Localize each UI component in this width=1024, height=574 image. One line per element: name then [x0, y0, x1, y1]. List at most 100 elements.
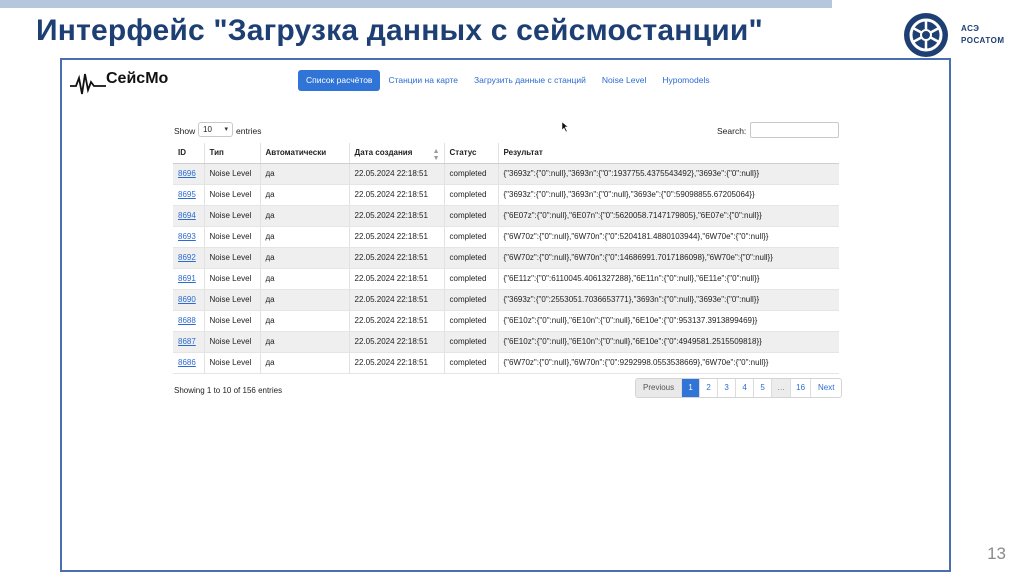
cell-created: 22.05.2024 22:18:51	[348, 226, 444, 248]
cell-id: 8691	[173, 268, 204, 290]
cell-type: Noise Level	[203, 163, 260, 185]
cell-result: {"6E10z":{"0":null},"6E10n":{"0":null},"…	[497, 310, 839, 332]
pagination-previous[interactable]: Previous	[636, 379, 682, 397]
table-info: Showing 1 to 10 of 156 entries	[174, 386, 283, 395]
table-row: 8696 Noise Level да 22.05.2024 22:18:51 comp…	[173, 163, 839, 185]
pagination: Previous 1 2 3 4 5 … 16 Next	[635, 378, 843, 398]
cell-id: 8694	[173, 205, 204, 227]
column-header-created-label: Дата создания	[354, 148, 413, 158]
cell-created: 22.05.2024 22:18:51	[348, 331, 444, 353]
pagination-page-5[interactable]: 5	[753, 379, 771, 397]
entries-label: entries	[236, 126, 262, 136]
pagination-ellipsis: …	[771, 379, 791, 397]
cell-status: completed	[443, 184, 498, 206]
pagination-page-2[interactable]: 2	[699, 379, 717, 397]
cell-auto: да	[259, 289, 349, 311]
cell-status: completed	[443, 310, 498, 332]
pagination-page-3[interactable]: 3	[717, 379, 735, 397]
calculation-id-link[interactable]: 8688	[178, 316, 196, 325]
cell-result: {"6E10z":{"0":null},"6E10n":{"0":null},"…	[497, 331, 839, 353]
cell-id: 8692	[173, 247, 204, 269]
main-navigation: Список расчётов Станции на карте Загрузи…	[298, 70, 718, 91]
calculation-id-link[interactable]: 8690	[178, 295, 196, 304]
nav-stations-map[interactable]: Станции на карте	[380, 70, 466, 91]
cell-status: completed	[443, 289, 498, 311]
column-header-type[interactable]: Тип	[203, 143, 260, 164]
cell-id: 8687	[173, 331, 204, 353]
presentation-slide: Интерфейс "Загрузка данных с сейсмостанц…	[0, 0, 1024, 574]
app-logo[interactable]: СейсМо	[70, 68, 174, 98]
cell-type: Noise Level	[203, 226, 260, 248]
logo-text: АСЭ РОСАТОМ	[961, 23, 1004, 47]
mouse-cursor-icon	[561, 122, 569, 132]
column-header-auto[interactable]: Автоматически	[259, 143, 349, 164]
cell-result: {"3693z":{"0":null},"3693n":{"0":null},"…	[497, 184, 839, 206]
column-header-created[interactable]: Дата создания ▲ ▼	[348, 143, 444, 164]
calculation-id-link[interactable]: 8686	[178, 358, 196, 367]
cell-type: Noise Level	[203, 184, 260, 206]
nav-noise-level[interactable]: Noise Level	[594, 70, 654, 91]
slide-page-number: 13	[987, 544, 1006, 563]
app-screenshot-frame: СейсМо Список расчётов Станции на карте …	[60, 58, 951, 572]
cell-created: 22.05.2024 22:18:51	[348, 352, 444, 374]
entries-per-page-select[interactable]: 10 ▾	[198, 122, 233, 137]
cell-result: {"6W70z":{"0":null},"6W70n":{"0":5204181…	[497, 226, 839, 248]
cell-auto: да	[259, 247, 349, 269]
cell-status: completed	[443, 163, 498, 185]
table-row: 8693 Noise Level да 22.05.2024 22:18:51 comp…	[173, 226, 839, 248]
cell-result: {"6E11z":{"0":6110045.4061327288},"6E11n…	[497, 268, 839, 290]
cell-type: Noise Level	[203, 352, 260, 374]
cell-auto: да	[259, 226, 349, 248]
rosatom-atom-icon	[904, 13, 948, 57]
cell-type: Noise Level	[203, 268, 260, 290]
cell-type: Noise Level	[203, 310, 260, 332]
cell-id: 8690	[173, 289, 204, 311]
calculation-id-link[interactable]: 8694	[178, 211, 196, 220]
table-row: 8691 Noise Level да 22.05.2024 22:18:51 comp…	[173, 268, 839, 290]
cell-result: {"6E07z":{"0":null},"6E07n":{"0":5620058…	[497, 205, 839, 227]
calculation-id-link[interactable]: 8691	[178, 274, 196, 283]
search-input[interactable]	[750, 122, 839, 138]
table-controls: Show 10 ▾ entries Search:	[174, 122, 840, 140]
calculation-id-link[interactable]: 8695	[178, 190, 196, 199]
chevron-down-icon: ▾	[224, 126, 228, 133]
cell-created: 22.05.2024 22:18:51	[348, 247, 444, 269]
cell-auto: да	[259, 163, 349, 185]
cell-type: Noise Level	[203, 205, 260, 227]
pagination-page-16[interactable]: 16	[790, 379, 810, 397]
sort-descending-icon: ▲ ▼	[432, 148, 440, 162]
nav-calculations-list[interactable]: Список расчётов	[298, 70, 381, 91]
cell-auto: да	[259, 331, 349, 353]
cell-auto: да	[259, 310, 349, 332]
pagination-page-1[interactable]: 1	[681, 379, 700, 397]
cell-status: completed	[443, 331, 498, 353]
cell-status: completed	[443, 247, 498, 269]
cell-created: 22.05.2024 22:18:51	[348, 163, 444, 185]
cell-auto: да	[259, 352, 349, 374]
top-accent-bar	[0, 0, 832, 8]
column-header-id[interactable]: ID	[173, 143, 204, 164]
pagination-next[interactable]: Next	[810, 379, 841, 397]
cell-id: 8693	[173, 226, 204, 248]
cell-id: 8696	[173, 163, 204, 185]
table-row: 8686 Noise Level да 22.05.2024 22:18:51 comp…	[173, 352, 839, 374]
entries-select-value: 10	[203, 125, 212, 134]
cell-status: completed	[443, 205, 498, 227]
table-row: 8695 Noise Level да 22.05.2024 22:18:51 comp…	[173, 184, 839, 206]
column-header-result[interactable]: Результат	[497, 143, 839, 164]
calculation-id-link[interactable]: 8693	[178, 232, 196, 241]
cell-result: {"6W70z":{"0":null},"6W70n":{"0":1468699…	[497, 247, 839, 269]
column-header-status[interactable]: Статус	[443, 143, 498, 164]
cell-type: Noise Level	[203, 247, 260, 269]
table-row: 8692 Noise Level да 22.05.2024 22:18:51 comp…	[173, 247, 839, 269]
nav-upload-data[interactable]: Загрузить данные с станций	[466, 70, 594, 91]
calculation-id-link[interactable]: 8687	[178, 337, 196, 346]
cell-created: 22.05.2024 22:18:51	[348, 184, 444, 206]
cell-created: 22.05.2024 22:18:51	[348, 310, 444, 332]
app-logo-text: СейсМо	[106, 70, 169, 87]
cell-status: completed	[443, 226, 498, 248]
calculation-id-link[interactable]: 8696	[178, 169, 196, 178]
pagination-page-4[interactable]: 4	[735, 379, 753, 397]
calculation-id-link[interactable]: 8692	[178, 253, 196, 262]
nav-hypomodels[interactable]: Hypomodels	[654, 70, 717, 91]
